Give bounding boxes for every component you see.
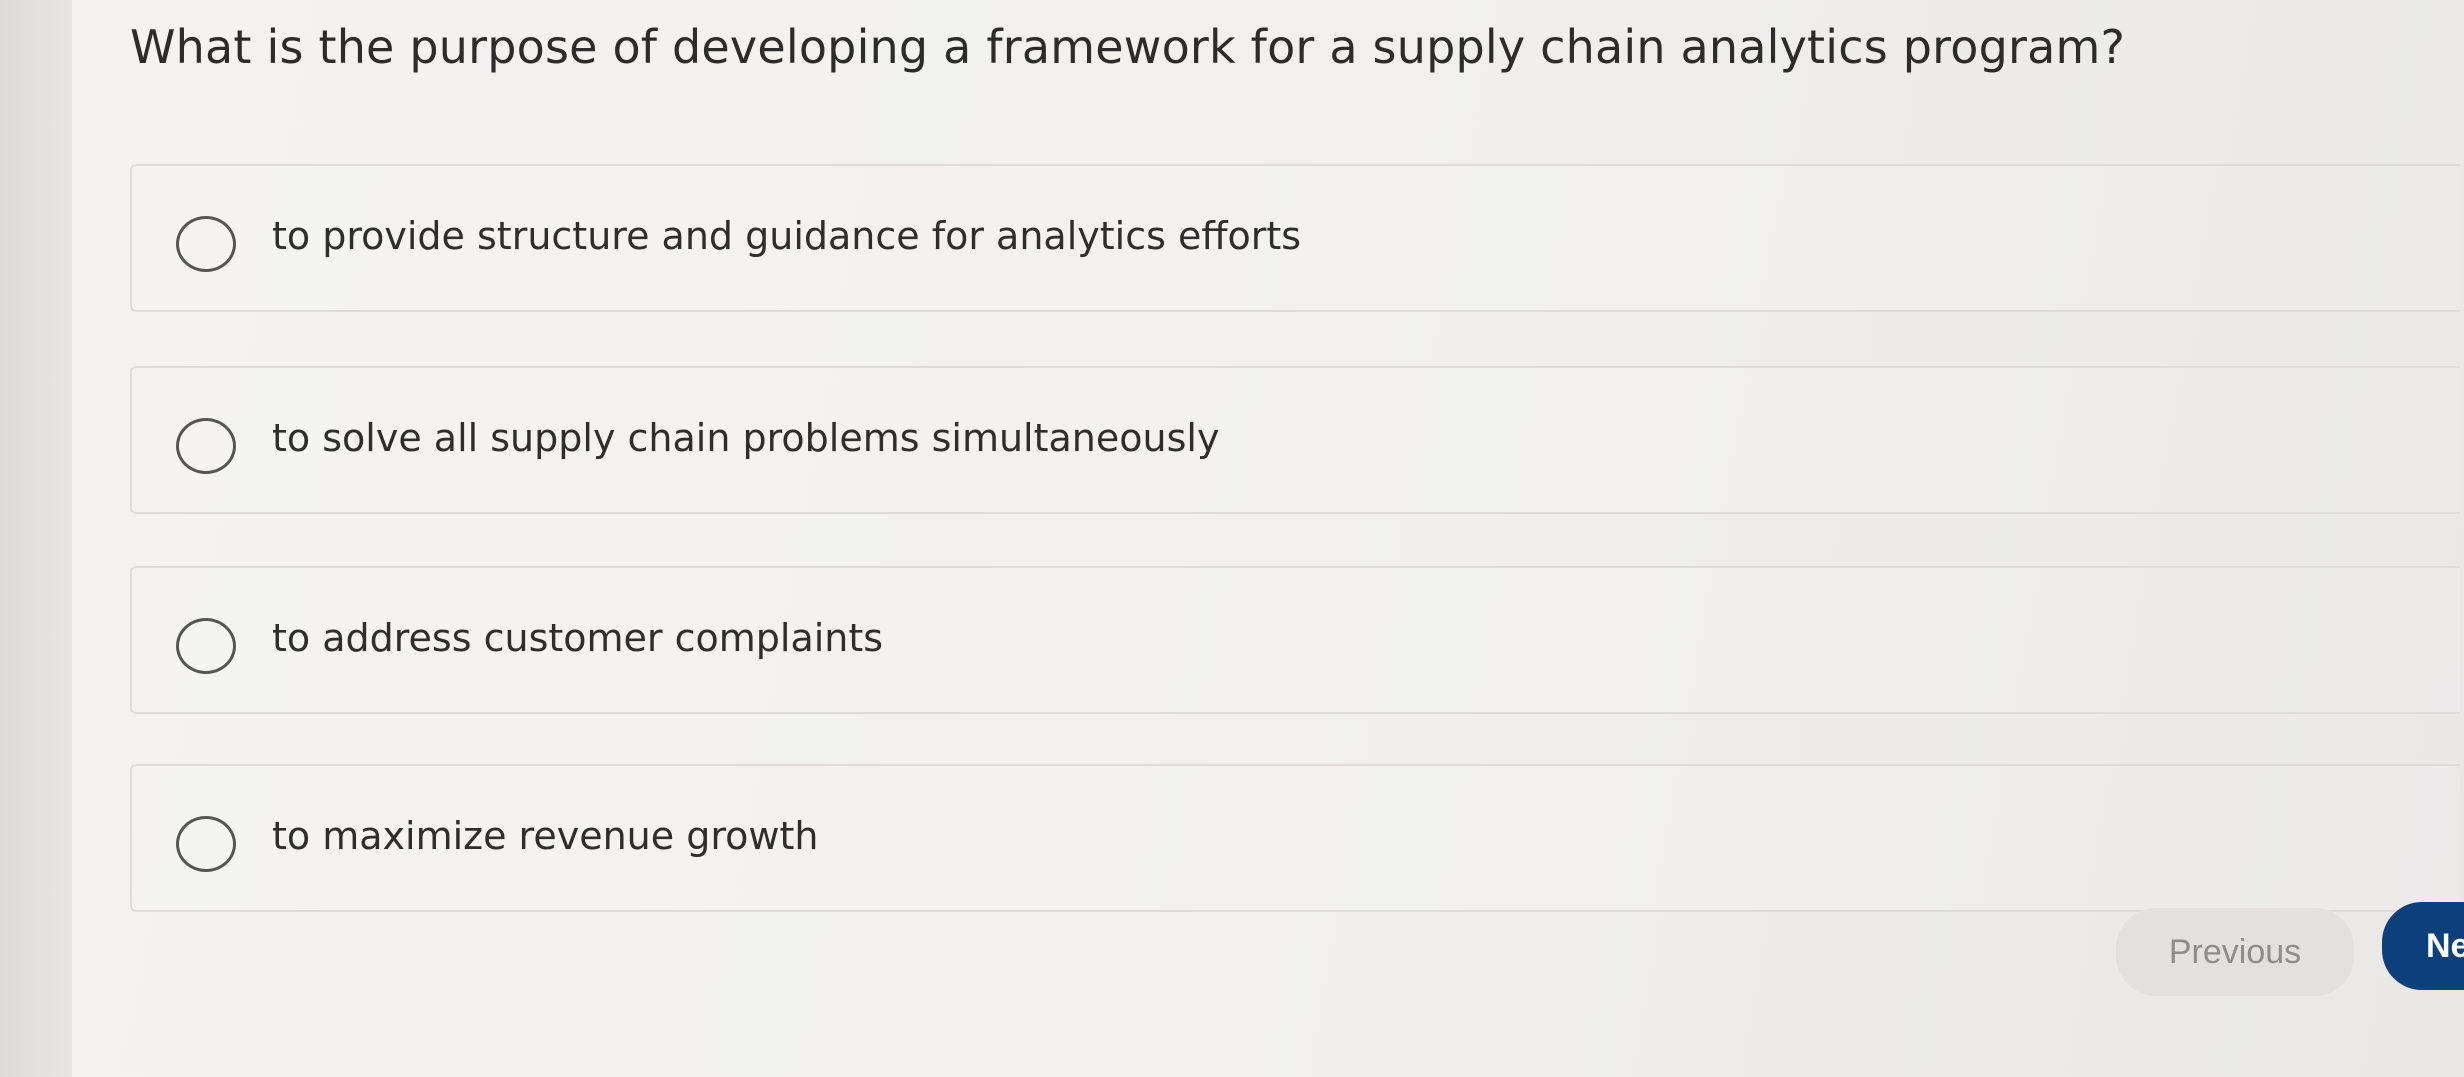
radio-button-icon[interactable] [176,418,236,474]
question-card [72,0,2464,1077]
answer-option-1[interactable]: to provide structure and guidance for an… [130,164,2460,312]
answer-option-label: to maximize revenue growth [272,814,819,858]
page-margin [0,0,72,1077]
answer-option-label: to address customer complaints [272,616,884,660]
answer-option-4[interactable]: to maximize revenue growth [130,764,2460,912]
next-button[interactable]: Ne [2382,902,2464,990]
radio-button-icon[interactable] [176,816,236,872]
answer-option-3[interactable]: to address customer complaints [130,566,2460,714]
answer-option-label: to provide structure and guidance for an… [272,214,1302,258]
radio-button-icon[interactable] [176,618,236,674]
answer-option-label: to solve all supply chain problems simul… [272,416,1220,460]
question-text: What is the purpose of developing a fram… [130,20,2126,74]
answer-option-2[interactable]: to solve all supply chain problems simul… [130,366,2460,514]
previous-button[interactable]: Previous [2116,908,2354,996]
radio-button-icon[interactable] [176,216,236,272]
